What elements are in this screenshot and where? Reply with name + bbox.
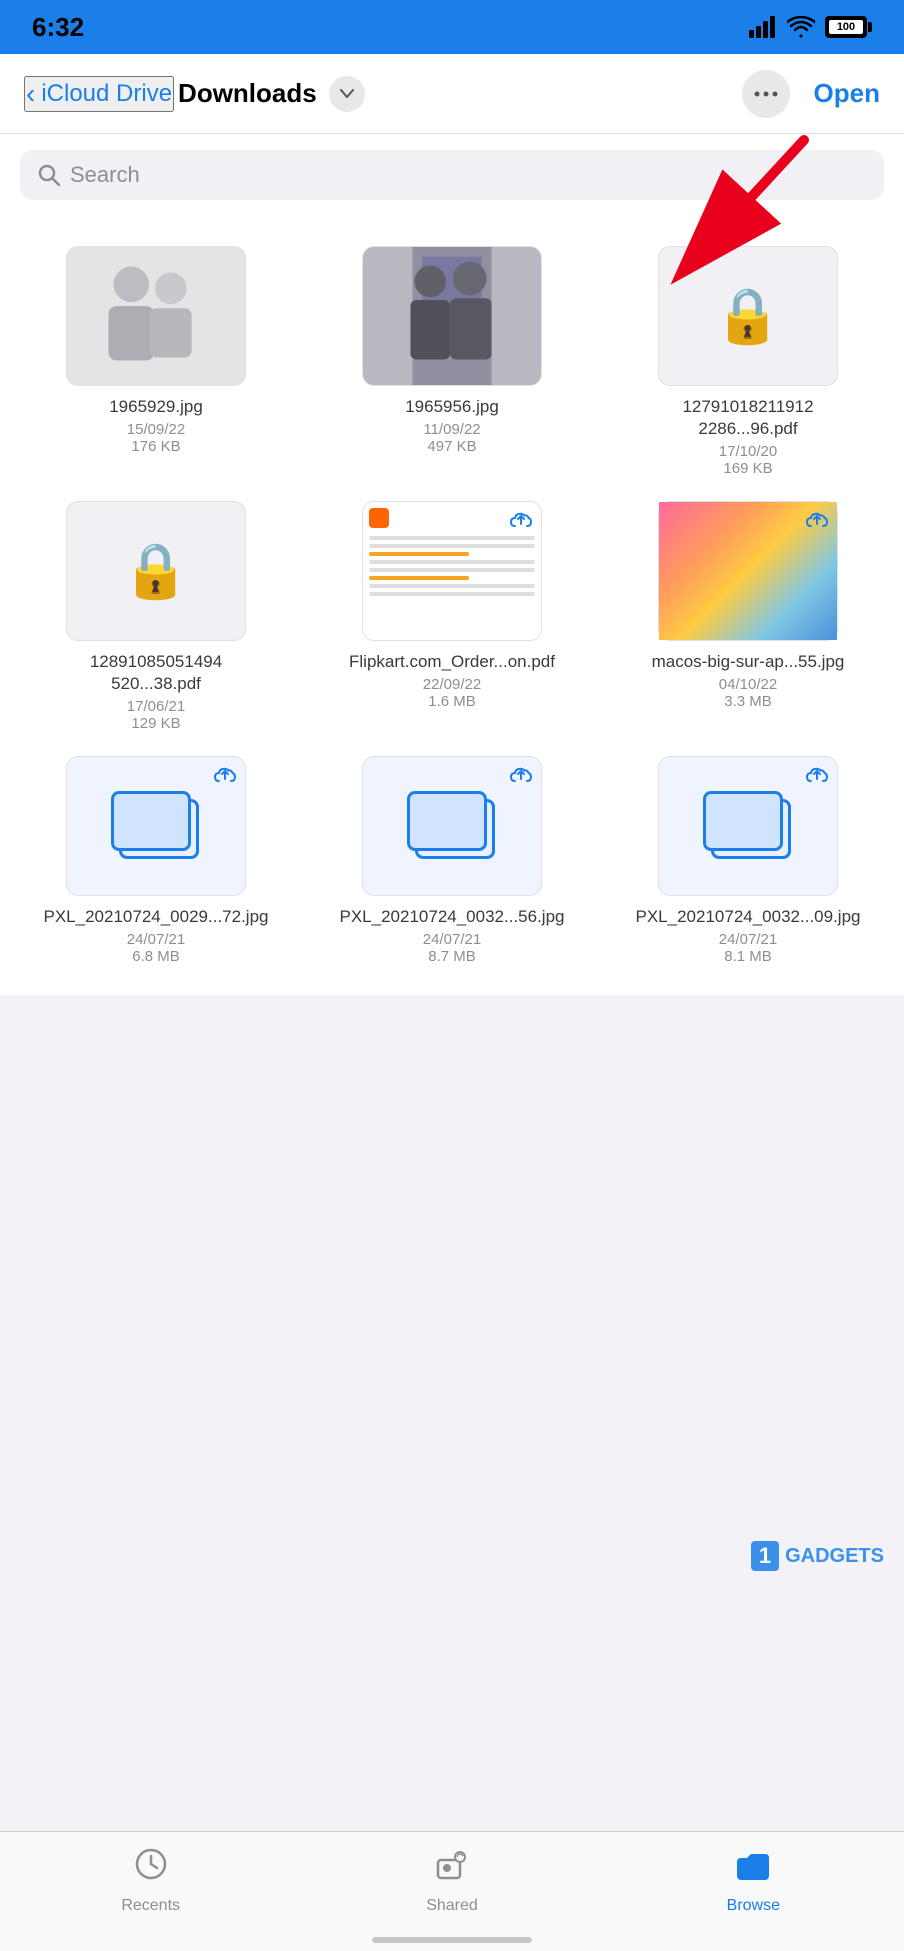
file-thumbnail-locked: 🔒 (658, 246, 838, 386)
file-name: Flipkart.com_Order...on.pdf (349, 651, 555, 673)
generic-file-icon (111, 791, 201, 861)
file-item[interactable]: PXL_20210724_0032...09.jpg 24/07/21 8.1 … (612, 756, 884, 965)
file-name: 12891085051494520...38.pdf (90, 651, 222, 695)
nav-title-section: Downloads (178, 76, 742, 112)
tab-browse[interactable]: Browse (603, 1846, 904, 1915)
file-item[interactable]: macos-big-sur-ap...55.jpg 04/10/22 3.3 M… (612, 501, 884, 732)
file-date: 22/09/22 (423, 676, 481, 693)
search-bar[interactable]: Search (20, 150, 884, 200)
cloud-upload-icon (213, 765, 237, 791)
open-button[interactable]: Open (814, 78, 880, 109)
search-placeholder: Search (70, 162, 140, 188)
recents-label: Recents (121, 1897, 180, 1915)
file-thumbnail (658, 501, 838, 641)
file-item[interactable]: 1965956.jpg 11/09/22 497 KB (316, 246, 588, 477)
file-size: 129 KB (131, 715, 180, 732)
file-name: PXL_20210724_0032...09.jpg (636, 906, 861, 928)
file-item[interactable]: PXL_20210724_0029...72.jpg 24/07/21 6.8 … (20, 756, 292, 965)
signal-icon (749, 16, 777, 38)
status-bar: 6:32 100 (0, 0, 904, 54)
file-size: 8.7 MB (428, 948, 476, 965)
status-icons: 100 (749, 16, 872, 38)
file-size: 176 KB (131, 438, 180, 455)
back-button[interactable]: ‹ iCloud Drive (24, 76, 174, 112)
battery-icon: 100 (825, 16, 872, 38)
lock-icon: 🔒 (714, 285, 781, 348)
nav-current-title: Downloads (178, 78, 317, 109)
file-grid: 1965929.jpg 15/09/22 176 KB (20, 236, 884, 975)
file-date: 04/10/22 (719, 676, 777, 693)
chevron-down-icon (340, 89, 354, 99)
file-item[interactable]: 1965929.jpg 15/09/22 176 KB (20, 246, 292, 477)
file-name: PXL_20210724_0032...56.jpg (340, 906, 565, 928)
more-dots-icon (754, 91, 778, 97)
file-size: 169 KB (723, 460, 772, 477)
home-indicator (372, 1937, 532, 1943)
file-size: 3.3 MB (724, 693, 772, 710)
generic-file-icon (407, 791, 497, 861)
wifi-icon (787, 16, 815, 38)
watermark: 1 GADGETS (751, 1541, 884, 1571)
recents-icon (133, 1846, 169, 1891)
cloud-upload-icon (509, 765, 533, 791)
cloud-upload-icon (509, 510, 533, 536)
search-container: Search (0, 134, 904, 216)
back-label: iCloud Drive (41, 80, 172, 108)
file-date: 17/06/21 (127, 698, 185, 715)
file-grid-container: 1965929.jpg 15/09/22 176 KB (0, 216, 904, 995)
file-thumbnail (362, 501, 542, 641)
browse-icon (735, 1846, 771, 1891)
nav-actions: Open (742, 70, 880, 118)
more-button[interactable] (742, 70, 790, 118)
generic-file-icon (703, 791, 793, 861)
search-icon (38, 164, 60, 186)
tab-recents[interactable]: Recents (0, 1846, 301, 1915)
file-name: PXL_20210724_0029...72.jpg (44, 906, 269, 928)
tab-bar: Recents Shared Browse (0, 1831, 904, 1951)
file-date: 24/07/21 (719, 931, 777, 948)
back-chevron-icon: ‹ (26, 78, 35, 110)
file-item[interactable]: PXL_20210724_0032...56.jpg 24/07/21 8.7 … (316, 756, 588, 965)
file-name: macos-big-sur-ap...55.jpg (652, 651, 845, 673)
file-size: 6.8 MB (132, 948, 180, 965)
watermark-number: 1 (751, 1541, 779, 1571)
cloud-upload-icon (805, 510, 829, 536)
file-thumbnail (362, 756, 542, 896)
nav-bar: ‹ iCloud Drive Downloads Open (0, 54, 904, 134)
tab-bar-spacer (0, 995, 904, 1135)
cloud-upload-icon (805, 765, 829, 791)
file-thumbnail (658, 756, 838, 896)
watermark-label: GADGETS (785, 1545, 884, 1568)
file-item[interactable]: Flipkart.com_Order...on.pdf 22/09/22 1.6… (316, 501, 588, 732)
tab-shared[interactable]: Shared (301, 1846, 602, 1915)
file-size: 1.6 MB (428, 693, 476, 710)
file-name: 1965929.jpg (109, 396, 203, 418)
file-thumbnail (66, 756, 246, 896)
file-size: 8.1 MB (724, 948, 772, 965)
browse-label: Browse (727, 1897, 780, 1915)
file-date: 24/07/21 (127, 931, 185, 948)
file-date: 15/09/22 (127, 421, 185, 438)
file-thumbnail (362, 246, 542, 386)
shared-icon (434, 1846, 470, 1891)
file-date: 24/07/21 (423, 931, 481, 948)
lock-icon: 🔒 (122, 540, 189, 603)
status-time: 6:32 (32, 12, 84, 43)
file-item[interactable]: 🔒 127910182119122286...96.pdf 17/10/20 1… (612, 246, 884, 477)
file-date: 17/10/20 (719, 443, 777, 460)
file-item[interactable]: 🔒 12891085051494520...38.pdf 17/06/21 12… (20, 501, 292, 732)
dropdown-button[interactable] (329, 76, 365, 112)
file-date: 11/09/22 (423, 421, 480, 438)
file-thumbnail-locked: 🔒 (66, 501, 246, 641)
file-size: 497 KB (427, 438, 476, 455)
file-thumbnail (66, 246, 246, 386)
file-name: 1965956.jpg (405, 396, 499, 418)
shared-label: Shared (426, 1897, 478, 1915)
file-name: 127910182119122286...96.pdf (682, 396, 813, 440)
